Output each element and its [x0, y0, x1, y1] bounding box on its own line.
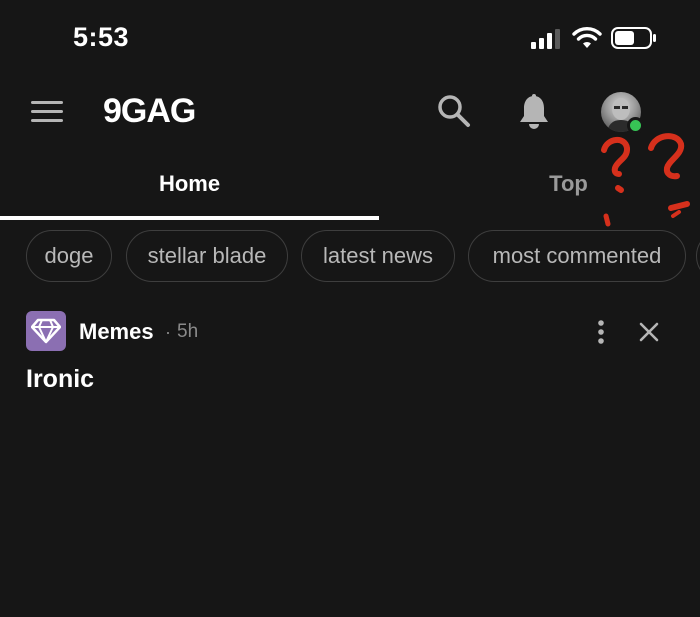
chip-more[interactable]: [696, 230, 700, 282]
app-screen: 5:53 9GAG Home Top doge stellar blade la…: [0, 0, 700, 617]
feed-tabs: Home Top: [0, 160, 700, 222]
post-header: Memes · 5h: [26, 310, 676, 354]
close-icon[interactable]: [638, 321, 660, 343]
separator-dot: ·: [165, 322, 171, 342]
chip-stellar-blade[interactable]: stellar blade: [126, 230, 288, 282]
tab-home[interactable]: Home: [0, 160, 379, 216]
bell-icon[interactable]: [518, 94, 550, 130]
cellular-signal-icon: [531, 29, 560, 49]
online-status-dot: [627, 117, 644, 134]
section-avatar[interactable]: [26, 311, 66, 351]
app-logo[interactable]: 9GAG: [103, 92, 196, 131]
chip-latest-news[interactable]: latest news: [301, 230, 455, 282]
post-title[interactable]: Ironic: [26, 365, 94, 394]
search-icon[interactable]: [437, 94, 471, 128]
diamond-icon: [31, 318, 61, 344]
more-options-icon[interactable]: [594, 319, 608, 345]
post-time: 5h: [177, 321, 199, 342]
tag-chips: doge stellar blade latest news most comm…: [26, 230, 700, 282]
chip-doge[interactable]: doge: [26, 230, 112, 282]
status-bar: 5:53: [0, 0, 700, 78]
app-header: 9GAG: [0, 78, 700, 148]
active-tab-indicator: [0, 216, 379, 220]
chip-most-commented[interactable]: most commented: [468, 230, 686, 282]
menu-icon[interactable]: [31, 98, 63, 124]
tab-top[interactable]: Top: [379, 160, 700, 216]
wifi-icon: [572, 27, 602, 48]
status-time: 5:53: [73, 22, 130, 52]
avatar[interactable]: [601, 92, 645, 134]
section-name[interactable]: Memes: [79, 319, 154, 345]
battery-icon: [611, 27, 656, 49]
